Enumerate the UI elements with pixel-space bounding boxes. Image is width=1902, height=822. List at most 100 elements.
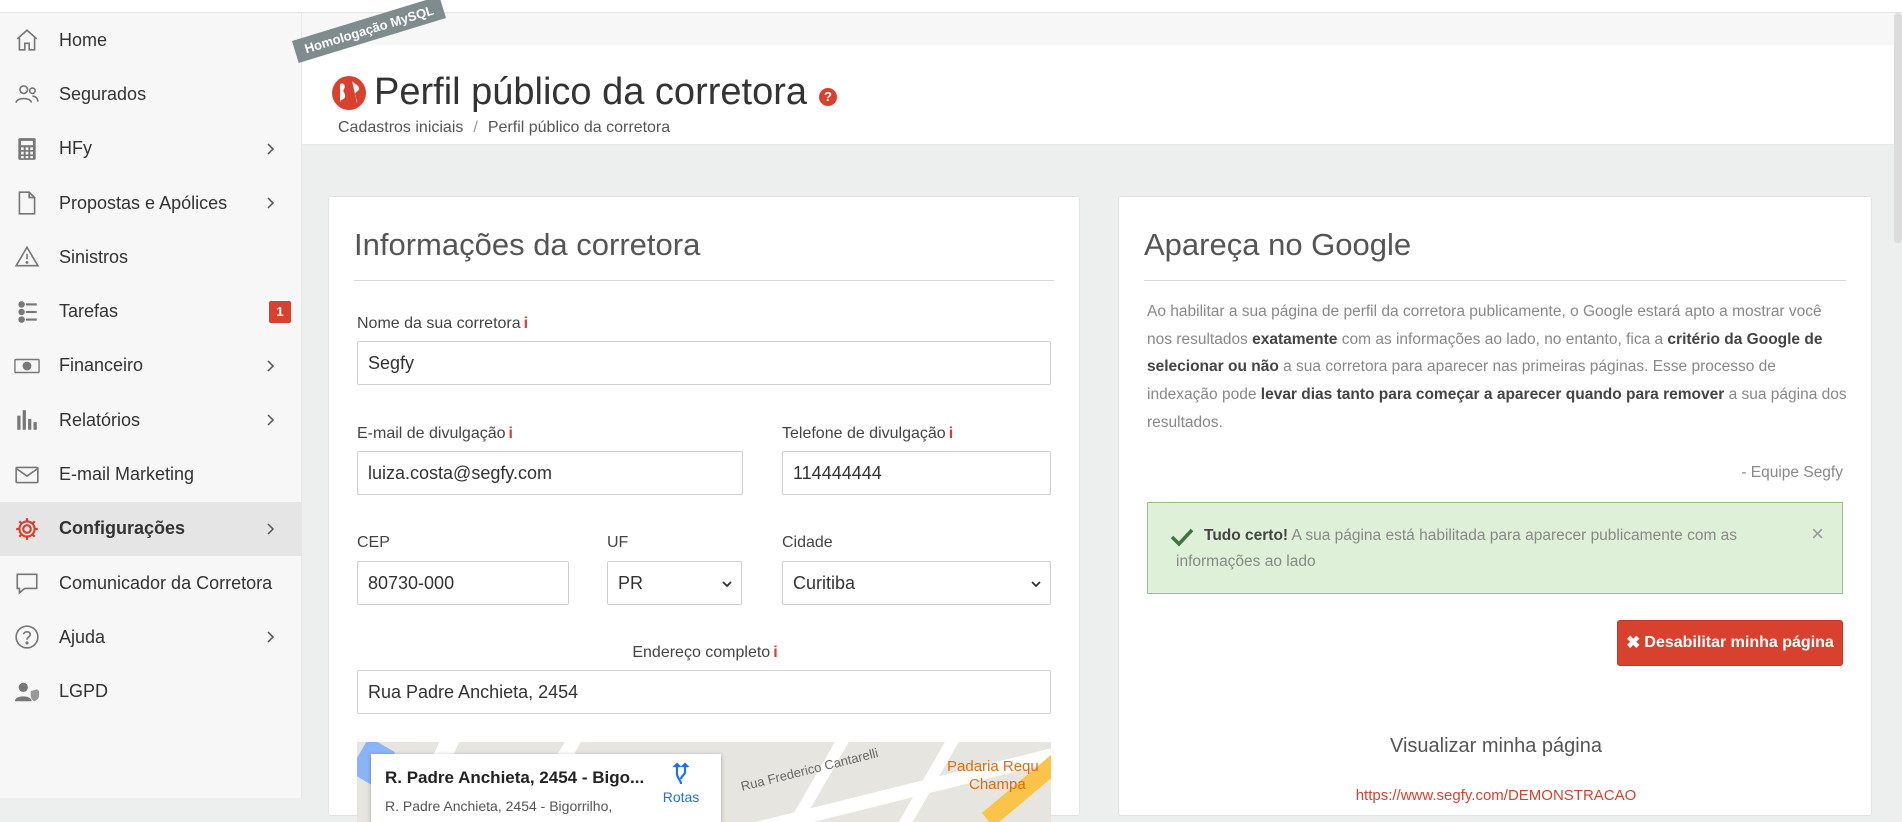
- map-routes-label: Rotas: [662, 789, 700, 805]
- globe-icon: [332, 75, 366, 110]
- sidebar-item-label: Financeiro: [59, 355, 144, 376]
- sidebar-item-home[interactable]: Home: [0, 13, 301, 67]
- sidebar-item-label: Home: [59, 29, 108, 50]
- sidebar-item-label: Sinistros: [59, 246, 129, 267]
- map-poi-label: Padaria Requ: [947, 758, 1039, 775]
- sidebar-item-label: Relatórios: [59, 409, 141, 430]
- info-icon[interactable]: i: [773, 644, 777, 661]
- sidebar-item-label: Comunicador da Corretora: [59, 572, 273, 593]
- top-bar: [0, 0, 1902, 13]
- map-place-address: R. Padre Anchieta, 2454 - Bigorrilho,: [385, 798, 613, 814]
- map-routes-button[interactable]: Rotas: [656, 762, 706, 805]
- gear-icon: [13, 515, 41, 543]
- email-input[interactable]: luiza.costa@segfy.com: [357, 451, 743, 495]
- phone-label: Telefone de divulgação i: [782, 425, 954, 442]
- sidebar-item-label: Segurados: [59, 83, 147, 104]
- sidebar-item-sinistros[interactable]: Sinistros: [0, 230, 301, 284]
- close-icon[interactable]: ×: [1811, 521, 1824, 547]
- warning-icon: [13, 243, 41, 271]
- header-strip: [302, 13, 1902, 45]
- address-label: Endereço completo i: [632, 644, 778, 661]
- users-icon: [13, 80, 41, 108]
- breadcrumb: Cadastros iniciais / Perfil público da cor…: [338, 119, 670, 137]
- page-title: Perfil público da corretora: [374, 71, 807, 113]
- location-map[interactable]: Rua Frederico Cantarelli Padaria Requ Ch…: [357, 742, 1051, 822]
- help-icon[interactable]: ?: [819, 87, 837, 106]
- directions-icon: [672, 762, 690, 785]
- divider: [1144, 280, 1846, 281]
- address-input[interactable]: Rua Padre Anchieta, 2454: [357, 670, 1051, 714]
- sidebar-item-tarefas[interactable]: Tarefas 1: [0, 284, 301, 338]
- map-place-title: R. Padre Anchieta, 2454 - Bigo...: [385, 768, 645, 787]
- cep-input[interactable]: 80730-000: [357, 561, 569, 605]
- chevron-right-icon: [267, 143, 275, 155]
- sidebar-item-ajuda[interactable]: Ajuda: [0, 610, 301, 664]
- chat-icon: [13, 569, 41, 597]
- sidebar-item-segurados[interactable]: Segurados: [0, 67, 301, 121]
- city-label: Cidade: [782, 534, 833, 551]
- sidebar-item-label: Tarefas: [59, 301, 119, 322]
- name-input[interactable]: Segfy: [357, 341, 1051, 385]
- sidebar-item-financeiro[interactable]: Financeiro: [0, 339, 301, 393]
- chevron-right-icon: [267, 523, 275, 535]
- sidebar-item-comunicador[interactable]: Comunicador da Corretora: [0, 556, 301, 610]
- public-page-link[interactable]: https://www.segfy.com/DEMONSTRACAO: [1119, 787, 1873, 804]
- divider: [354, 280, 1054, 281]
- sidebar-item-hfy[interactable]: HFy: [0, 122, 301, 176]
- sidebar: Home Segurados HFy Propostas e Apólices …: [0, 13, 302, 798]
- name-label: Nome da sua corretora i: [357, 315, 529, 332]
- sidebar-item-label: Ajuda: [59, 626, 106, 647]
- sidebar-item-label: Propostas e Apólices: [59, 192, 228, 213]
- email-label: E-mail de divulgação i: [357, 425, 513, 442]
- tasks-icon: [13, 298, 41, 326]
- map-poi-label: Champa: [969, 776, 1026, 793]
- times-icon: ✖: [1626, 633, 1641, 652]
- tasks-count-badge: 1: [269, 300, 291, 323]
- google-card-title: Apareça no Google: [1144, 227, 1412, 262]
- city-select[interactable]: Curitiba: [782, 561, 1051, 605]
- info-icon[interactable]: i: [524, 315, 528, 332]
- breadcrumb-item-cadastros[interactable]: Cadastros iniciais: [338, 119, 463, 136]
- money-icon: [13, 352, 41, 380]
- uf-label: UF: [607, 534, 629, 551]
- sidebar-item-relatorios[interactable]: Relatórios: [0, 393, 301, 447]
- signature: - Equipe Segfy: [1741, 464, 1843, 481]
- uf-selected-value: PR: [618, 572, 644, 593]
- google-description: Ao habilitar a sua página de perfil da c…: [1147, 303, 1847, 431]
- chevron-right-icon: [267, 414, 275, 426]
- sidebar-item-label: LGPD: [59, 681, 109, 702]
- google-visibility-card: Apareça no Google Ao habilitar a sua pág…: [1118, 196, 1872, 816]
- info-icon[interactable]: i: [509, 425, 513, 442]
- scrollbar[interactable]: [1894, 13, 1902, 243]
- sidebar-item-configuracoes[interactable]: Configurações: [0, 501, 301, 556]
- calculator-icon: [13, 135, 41, 163]
- chevron-right-icon: [267, 197, 275, 209]
- city-selected-value: Curitiba: [793, 572, 856, 593]
- mail-icon: [13, 461, 41, 489]
- sidebar-item-label: Configurações: [59, 518, 186, 539]
- sidebar-item-label: HFy: [59, 138, 92, 159]
- cep-label: CEP: [357, 534, 390, 551]
- uf-select[interactable]: PR: [607, 561, 742, 605]
- broker-info-title: Informações da corretora: [354, 227, 701, 262]
- phone-input[interactable]: 114444444: [782, 451, 1051, 495]
- sidebar-item-email-marketing[interactable]: E-mail Marketing: [0, 447, 301, 501]
- sidebar-item-label: E-mail Marketing: [59, 464, 195, 485]
- alert-message: Tudo certo! A sua página está habilitada…: [1176, 527, 1738, 570]
- view-page-title: Visualizar minha página: [1390, 735, 1602, 757]
- main-content: Homologação MySQL Perfil público da corr…: [292, 0, 1902, 822]
- user-shield-icon: [13, 678, 41, 706]
- sidebar-item-lgpd[interactable]: LGPD: [0, 665, 301, 719]
- chevron-down-icon: [722, 581, 732, 588]
- sidebar-item-propostas[interactable]: Propostas e Apólices: [0, 176, 301, 230]
- bar-chart-icon: [13, 406, 41, 434]
- document-icon: [13, 189, 41, 217]
- chevron-right-icon: [267, 360, 275, 372]
- help-icon: [13, 623, 41, 651]
- breadcrumb-separator: /: [473, 119, 478, 136]
- chevron-down-icon: [1031, 581, 1041, 588]
- info-icon[interactable]: i: [949, 425, 953, 442]
- broker-info-card: Informações da corretora Nome da sua cor…: [328, 196, 1080, 822]
- home-icon: [13, 26, 41, 54]
- disable-page-button[interactable]: ✖ Desabilitar minha página: [1617, 620, 1843, 666]
